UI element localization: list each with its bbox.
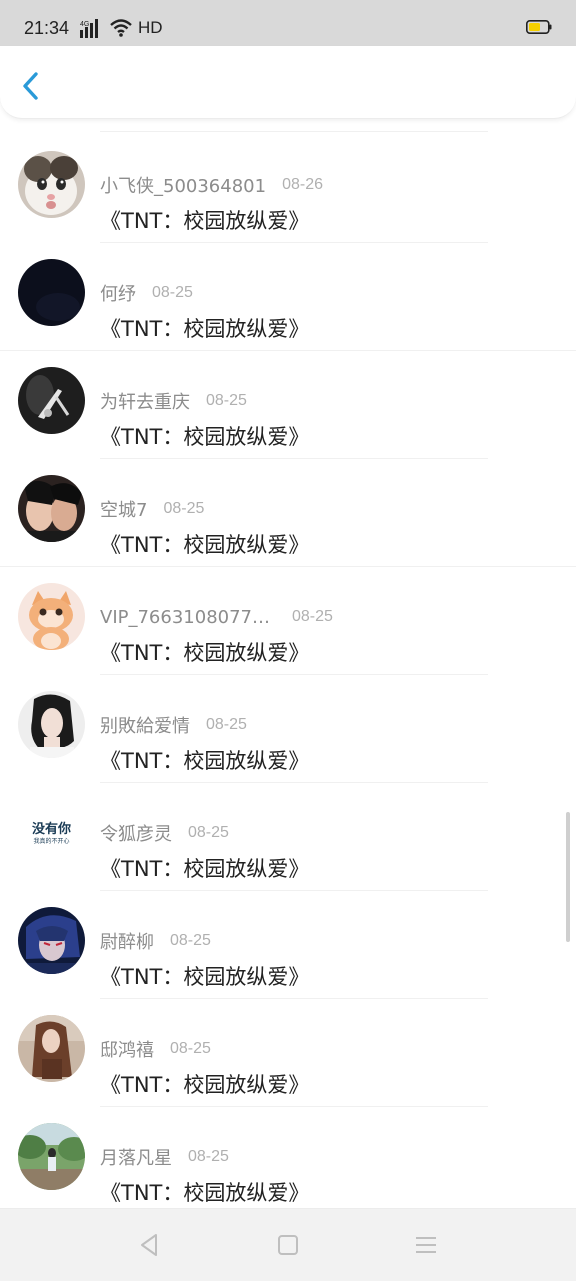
list-item[interactable]: 邸鸿禧 08-25 《TNT：校园放纵爱》	[0, 999, 576, 1107]
meta-line: 空城7 08-25	[100, 497, 204, 521]
scrollbar[interactable]	[566, 812, 570, 942]
date: 08-25	[170, 1040, 211, 1057]
list-item[interactable]: 小飞侠_500364801 08-26 《TNT：校园放纵爱》	[0, 135, 576, 243]
status-time: 21:34	[24, 18, 70, 38]
signal-icon: 4G	[80, 19, 98, 38]
date: 08-25	[152, 284, 193, 301]
meta-line: 别敗給爱情 08-25	[100, 713, 247, 737]
content-text: 《TNT：校园放纵爱》	[100, 533, 310, 557]
username[interactable]: 何纾	[100, 280, 136, 306]
couple-avatar[interactable]	[18, 475, 85, 542]
content-text: 《TNT：校园放纵爱》	[100, 749, 310, 773]
username[interactable]: VIP_76631080772...	[100, 607, 270, 628]
comment-list: 小飞侠_500364801 08-26 《TNT：校园放纵爱》 何纾 08-25…	[0, 119, 576, 1208]
list-item[interactable]: 为轩去重庆 08-25 《TNT：校园放纵爱》	[0, 351, 576, 459]
username[interactable]: 空城7	[100, 496, 147, 522]
longhair-avatar[interactable]	[18, 1015, 85, 1082]
content-text: 《TNT：校园放纵爱》	[100, 317, 310, 341]
list-item[interactable]: 没有你 我真的不开心 令狐彦灵 08-25 《TNT：校园放纵爱》	[0, 783, 576, 891]
date: 08-25	[188, 824, 229, 841]
username[interactable]: 尉醉柳	[100, 928, 154, 954]
square-home-icon[interactable]	[274, 1231, 302, 1259]
username[interactable]: 邸鸿禧	[100, 1036, 154, 1062]
list-item[interactable]: VIP_76631080772... 08-25 《TNT：校园放纵爱》	[0, 567, 576, 675]
list-item[interactable]: 月落凡星 08-25 《TNT：校园放纵爱》	[0, 1107, 576, 1208]
text-avatar[interactable]: 没有你 我真的不开心	[18, 799, 85, 866]
date: 08-25	[292, 608, 333, 625]
content-text: 《TNT：校园放纵爱》	[100, 425, 310, 449]
content-text: 《TNT：校园放纵爱》	[100, 965, 310, 989]
wifi-icon	[110, 19, 132, 37]
anime-avatar[interactable]	[18, 907, 85, 974]
username[interactable]: 月落凡星	[100, 1144, 172, 1170]
dark-avatar[interactable]	[18, 259, 85, 326]
date: 08-25	[206, 716, 247, 733]
meta-line: 邸鸿禧 08-25	[100, 1037, 211, 1061]
cartoon-cat-avatar[interactable]	[18, 583, 85, 650]
meta-line: 何纾 08-25	[100, 281, 193, 305]
date: 08-25	[188, 1148, 229, 1165]
content-text: 《TNT：校园放纵爱》	[100, 1181, 310, 1205]
date: 08-25	[206, 392, 247, 409]
girl-avatar[interactable]	[18, 691, 85, 758]
svg-text:4G: 4G	[80, 21, 89, 28]
chevron-left-icon[interactable]	[16, 68, 48, 104]
header	[0, 46, 576, 119]
date: 08-25	[170, 932, 211, 949]
meta-line: VIP_76631080772... 08-25	[100, 605, 333, 629]
avatar-text-main: 没有你	[32, 821, 71, 837]
divider	[100, 131, 488, 132]
date: 08-25	[163, 500, 205, 517]
username[interactable]: 别敗給爱情	[100, 712, 190, 738]
meta-line: 令狐彦灵 08-25	[100, 821, 229, 845]
meta-line: 小飞侠_500364801 08-26	[100, 173, 323, 197]
triangle-back-icon[interactable]	[136, 1231, 164, 1259]
avatar-text-sub: 我真的不开心	[33, 837, 69, 845]
content-text: 《TNT：校园放纵爱》	[100, 209, 310, 233]
list-item[interactable]: 别敗給爱情 08-25 《TNT：校园放纵爱》	[0, 675, 576, 783]
username[interactable]: 小飞侠_500364801	[100, 172, 266, 198]
content-text: 《TNT：校园放纵爱》	[100, 857, 310, 881]
meta-line: 为轩去重庆 08-25	[100, 389, 247, 413]
hd-label: HD	[138, 18, 163, 37]
cat-avatar[interactable]	[18, 151, 85, 218]
status-icons: 4G HD	[80, 17, 163, 39]
date: 08-26	[282, 176, 323, 193]
list-item[interactable]: 何纾 08-25 《TNT：校园放纵爱》	[0, 243, 576, 351]
hand-avatar[interactable]	[18, 367, 85, 434]
content-text: 《TNT：校园放纵爱》	[100, 1073, 310, 1097]
navigation-bar	[0, 1208, 576, 1281]
list-item[interactable]: 尉醉柳 08-25 《TNT：校园放纵爱》	[0, 891, 576, 999]
outdoor-avatar[interactable]	[18, 1123, 85, 1190]
menu-lines-icon[interactable]	[412, 1231, 440, 1259]
battery-icon	[526, 20, 552, 34]
meta-line: 月落凡星 08-25	[100, 1145, 229, 1169]
status-bar: 21:34 4G HD	[0, 0, 576, 46]
content-text: 《TNT：校园放纵爱》	[100, 641, 310, 665]
meta-line: 尉醉柳 08-25	[100, 929, 211, 953]
username[interactable]: 为轩去重庆	[100, 388, 190, 414]
username[interactable]: 令狐彦灵	[100, 820, 172, 846]
list-item[interactable]: 空城7 08-25 《TNT：校园放纵爱》	[0, 459, 576, 567]
